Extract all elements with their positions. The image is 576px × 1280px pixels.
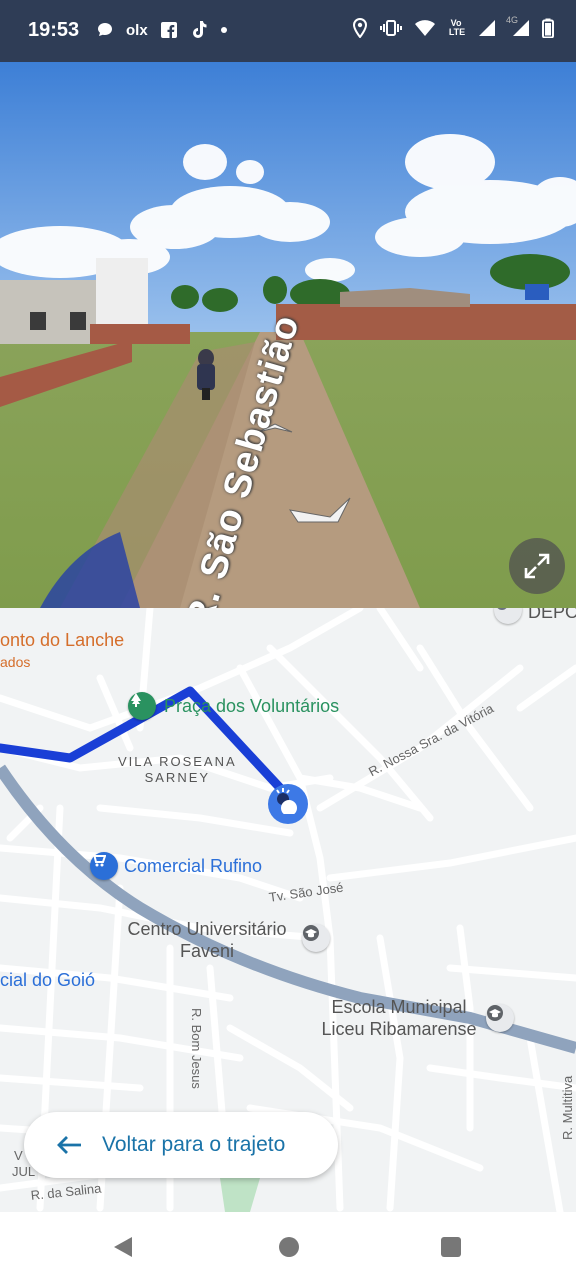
chat-bubble-icon bbox=[98, 23, 112, 36]
poi-centro-line2: Faveni bbox=[179, 941, 235, 961]
road-bom-jesus-label: R. Bom Jesus bbox=[189, 1008, 204, 1089]
current-location-marker[interactable] bbox=[268, 784, 308, 824]
tree-icon bbox=[131, 693, 141, 707]
road-multitiva-label: R. Multitiva bbox=[560, 1075, 575, 1140]
vibrate-icon bbox=[380, 20, 402, 36]
status-bar: 19:53 olx Vo LTE 4G bbox=[0, 0, 576, 62]
arrow-left-icon bbox=[57, 1136, 81, 1154]
poi-comercial-label[interactable]: Comercial Rufino bbox=[124, 856, 262, 877]
shop-pin[interactable] bbox=[90, 852, 118, 880]
poi-ponto-lanche-sub: ados bbox=[0, 654, 31, 670]
poi-praca-label[interactable]: Praça dos Voluntários bbox=[164, 696, 339, 717]
store-icon bbox=[497, 608, 507, 610]
school-pin[interactable] bbox=[486, 1004, 514, 1032]
wifi-icon bbox=[415, 20, 435, 36]
poi-escola-line1: Escola Municipal bbox=[331, 997, 467, 1017]
location-icon bbox=[352, 18, 368, 38]
status-time: 19:53 bbox=[28, 19, 80, 41]
area-vila-line2: SARNEY bbox=[144, 770, 211, 785]
expand-street-view-button[interactable] bbox=[509, 538, 565, 594]
tiktok-icon bbox=[192, 21, 207, 38]
poi-centro-line1: Centro Universitário bbox=[127, 919, 287, 939]
back-triangle-icon[interactable] bbox=[112, 1236, 134, 1258]
back-to-route-button[interactable]: Voltar para o trajeto bbox=[24, 1112, 338, 1178]
olx-icon: olx bbox=[126, 21, 148, 39]
back-to-route-label: Voltar para o trajeto bbox=[102, 1133, 286, 1156]
university-pin[interactable] bbox=[302, 924, 330, 952]
poi-centro-label[interactable]: Centro Universitário Faveni bbox=[122, 918, 292, 962]
road-v-label: V bbox=[14, 1148, 23, 1163]
graduation-cap-icon bbox=[303, 925, 319, 941]
poi-escola-line2: Liceu Ribamarense bbox=[321, 1019, 477, 1039]
cart-icon bbox=[91, 853, 106, 867]
home-circle-icon[interactable] bbox=[279, 1237, 299, 1257]
volte-icon: Vo LTE bbox=[448, 18, 466, 37]
signal-icon bbox=[479, 20, 495, 36]
area-vila-line1: VILA ROSEANA bbox=[118, 754, 237, 769]
system-icons: Vo LTE 4G bbox=[352, 15, 554, 38]
dot-icon bbox=[220, 27, 227, 33]
park-pin[interactable] bbox=[128, 692, 156, 720]
street-view-person-icon bbox=[276, 788, 297, 814]
recents-square-icon[interactable] bbox=[441, 1237, 461, 1257]
signal-4g-icon: 4G bbox=[506, 15, 530, 37]
notification-icons: olx bbox=[96, 20, 228, 40]
graduation-cap-icon bbox=[487, 1005, 503, 1021]
facebook-icon bbox=[160, 22, 177, 38]
expand-icon bbox=[524, 553, 550, 579]
poi-goio-label[interactable]: cial do Goió bbox=[0, 970, 95, 991]
poi-depo-label[interactable]: DEPO bbox=[528, 608, 576, 623]
poi-ponto-lanche-label[interactable]: onto do Lanche bbox=[0, 630, 124, 651]
area-vila-roseana-label: VILA ROSEANA SARNEY bbox=[118, 754, 237, 786]
street-view-panorama[interactable]: R. São Sebastião bbox=[0, 62, 576, 608]
battery-icon bbox=[542, 18, 554, 38]
poi-escola-label[interactable]: Escola Municipal Liceu Ribamarense bbox=[316, 996, 482, 1040]
